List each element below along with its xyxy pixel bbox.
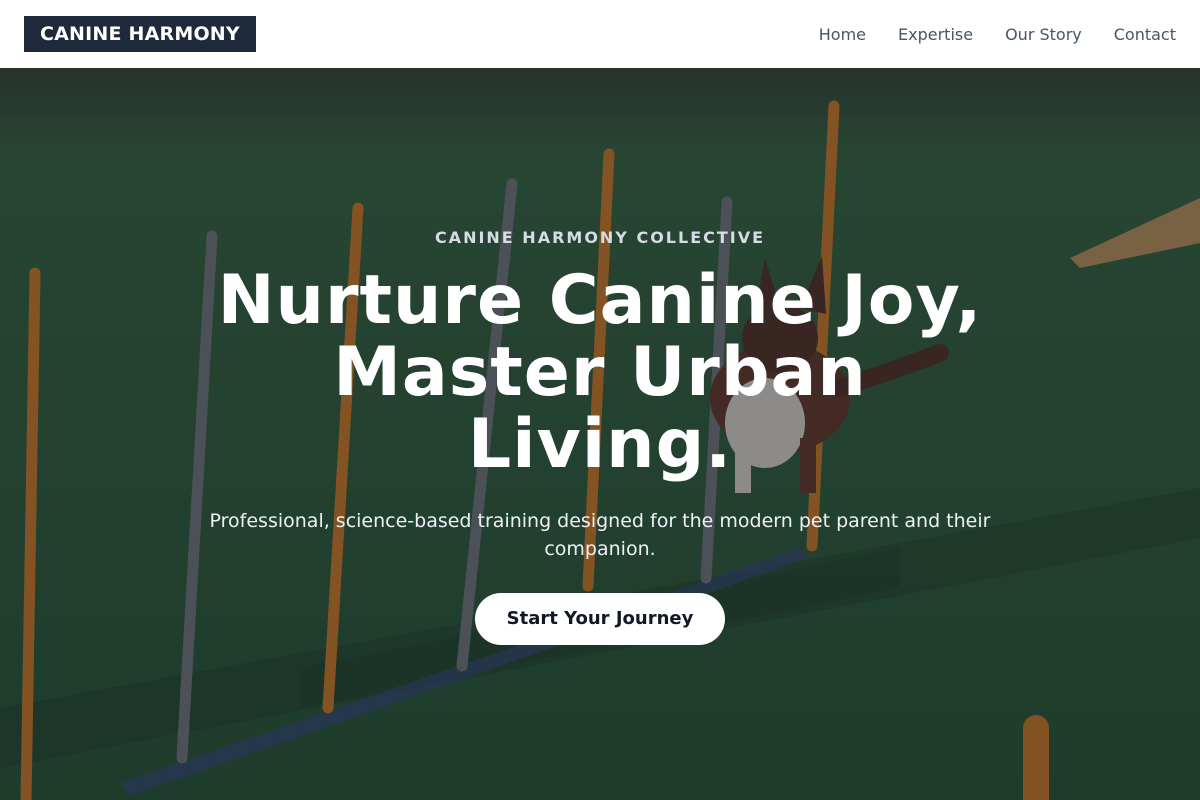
hero-eyebrow: CANINE HARMONY COLLECTIVE [434, 228, 766, 247]
start-journey-button[interactable]: Start Your Journey [474, 593, 726, 645]
site-header: CANINE HARMONY Home Expertise Our Story … [0, 0, 1200, 68]
nav-our-story[interactable]: Our Story [1005, 25, 1082, 44]
hero-content: CANINE HARMONY COLLECTIVE Nurture Canine… [0, 228, 1200, 645]
hero-subhead: Professional, science-based training des… [209, 510, 991, 560]
main-nav: Home Expertise Our Story Contact [819, 25, 1176, 44]
nav-home[interactable]: Home [819, 25, 866, 44]
nav-expertise[interactable]: Expertise [898, 25, 973, 44]
logo[interactable]: CANINE HARMONY [24, 16, 256, 52]
nav-contact[interactable]: Contact [1114, 25, 1176, 44]
hero-section: CANINE HARMONY COLLECTIVE Nurture Canine… [0, 68, 1200, 800]
hero-headline: Nurture Canine Joy, Master Urban Living. [217, 261, 983, 484]
